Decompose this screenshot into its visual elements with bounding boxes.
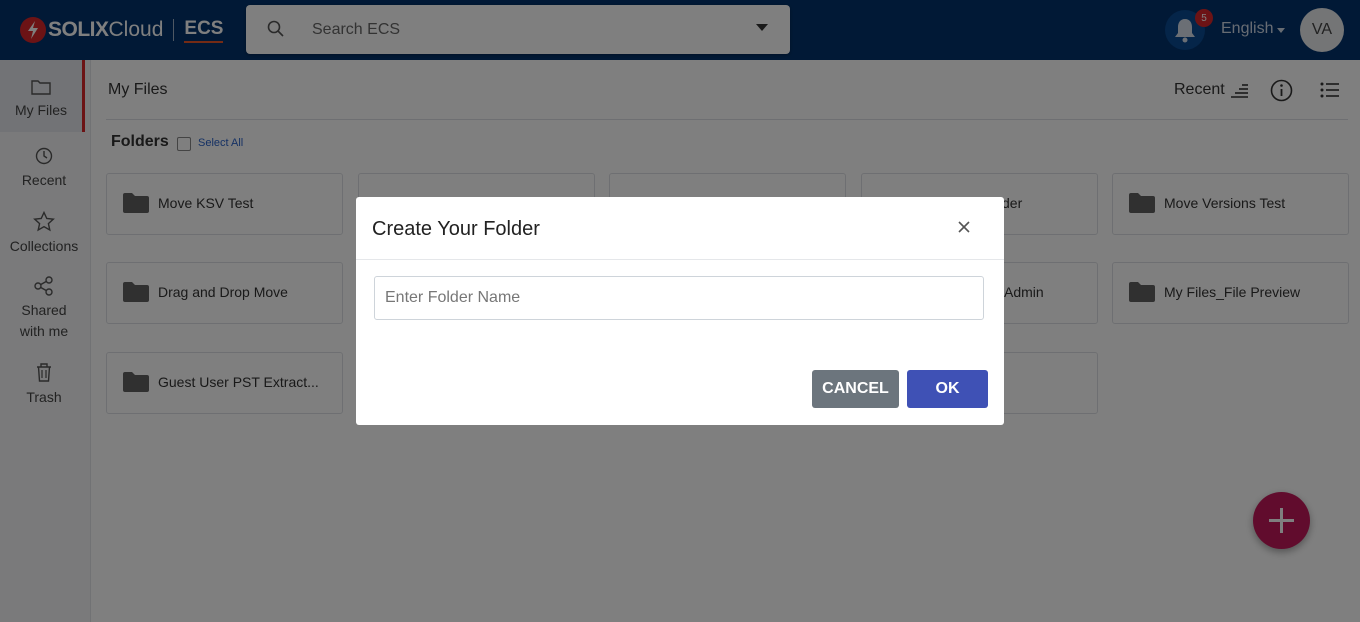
folder-name-input[interactable] [374, 276, 984, 320]
dialog-title: Create Your Folder [372, 218, 540, 240]
create-folder-dialog: Create Your Folder CANCEL OK [356, 197, 1004, 425]
close-icon[interactable] [954, 217, 974, 237]
dialog-divider [356, 259, 1004, 260]
ok-button[interactable]: OK [907, 370, 988, 408]
cancel-button[interactable]: CANCEL [812, 370, 899, 408]
